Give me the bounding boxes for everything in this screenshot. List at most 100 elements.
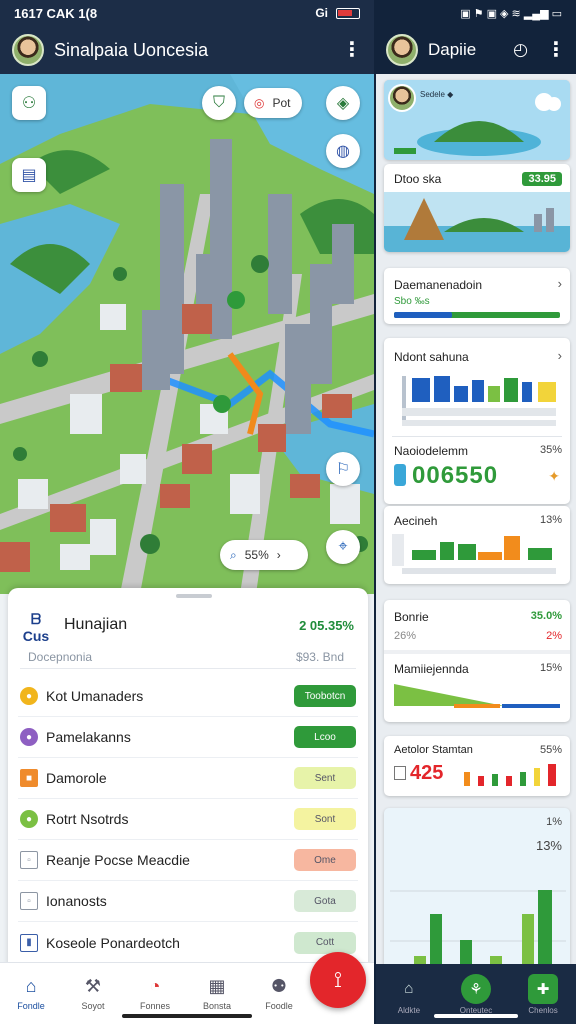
app-bar: Sinalpaia Uoncesia ⋮ <box>0 26 374 74</box>
main-pane: 1617 CAK 1(8 Gi Sinalpaia Uoncesia ⋮ ⚇ ⛉… <box>0 0 374 1024</box>
add-fab-button[interactable]: ⟟ <box>310 952 366 1008</box>
tab-tools[interactable]: ⚒ Soyot <box>62 976 124 1011</box>
zoom-pill-label: 55% <box>244 548 269 562</box>
card-title: Aecineh <box>394 514 438 528</box>
shield-icon[interactable]: ⛉ <box>202 86 236 120</box>
tab-chenlos[interactable]: ✚ Chenlos <box>528 973 559 1015</box>
zoom-pill[interactable]: ⌕ 55% › <box>220 540 308 570</box>
card-sub: Sbo ‰s <box>394 296 430 307</box>
list-item-tag[interactable]: Sent <box>294 767 356 789</box>
tab-label: Aldkte <box>397 1005 421 1015</box>
tab-label: Bonsta <box>202 1001 232 1011</box>
progress-track <box>394 312 560 318</box>
card-value: 35% <box>539 444 562 456</box>
chevron-right-icon: › <box>557 348 562 363</box>
map-icon[interactable]: ▤ <box>12 158 46 192</box>
target-icon: ◎ <box>254 96 265 110</box>
progress-card[interactable]: Daemanenadoin › Sbo ‰s <box>384 268 570 324</box>
photo-card[interactable]: Dtoo ska 33.95 <box>384 164 570 252</box>
nav-icon[interactable]: ⚐ <box>326 452 360 486</box>
area-chart-card[interactable]: Bonrie 35.0% 26% 2% Mamiiejennda 15% <box>384 600 570 722</box>
right-status-bar: ▣ ⚑ ▣ ◈ ≋ ▂▄▆ ▭ <box>376 0 576 26</box>
tab-aldkte[interactable]: ⌂ Aldkte <box>394 974 424 1015</box>
bar-chart-card-2[interactable]: Aecineh 13% <box>384 506 570 584</box>
right-app-bar: Dapiie ◴ ⋮ <box>376 26 576 74</box>
bar-chart-card-3[interactable]: Aetolor Stamtan 55% 425 <box>384 736 570 796</box>
card-title: Daemanenadoin <box>394 278 483 292</box>
hero-label: Sedele ◆ <box>420 90 454 99</box>
bookmark-icon: ▮ <box>20 933 38 952</box>
list-item-tag[interactable]: Ome <box>294 849 356 871</box>
more-menu-icon[interactable]: ⋮ <box>546 40 566 60</box>
list-item-tag[interactable]: Sont <box>294 808 356 830</box>
map-view[interactable]: ⚇ ⛉ ◎ Pot ◈ ◍ ▤ ⚐ ⌕ 55% › ⌖ <box>0 74 374 594</box>
big-stat: 425 <box>410 762 444 784</box>
list-item[interactable]: ■ Damorole Sent <box>18 758 358 799</box>
sheet-handle[interactable] <box>176 594 212 598</box>
hero-card[interactable]: Sedele ◆ <box>384 80 570 160</box>
list-item[interactable]: ▫ Reanje Pocse Meacdie Ome <box>18 840 358 881</box>
list-item[interactable]: ● Pamelakanns Lcoo <box>18 717 358 758</box>
list-item[interactable]: ● Kot Umanaders Toobotcn <box>18 676 358 717</box>
compass-icon[interactable]: ◈ <box>326 86 360 120</box>
card-title: Dtoo ska <box>394 172 442 186</box>
details-sheet[interactable]: ᗷ Cus Hunajian 2 05.35% Docepnonia $93. … <box>8 588 368 968</box>
status-bar: 1617 CAK 1(8 Gi <box>0 0 374 26</box>
people-icon: ⚉ <box>270 976 288 996</box>
list-item-tag[interactable]: Lcoo <box>294 726 356 748</box>
avatar[interactable] <box>386 34 418 66</box>
home-indicator <box>434 1014 518 1018</box>
bar-chart-card[interactable]: Ndont sahuna › Naoiodelemm 35% 006550 ✦ <box>384 338 570 504</box>
list-item-tag[interactable]: Cott <box>294 931 356 954</box>
card-title: Naoiodelemm <box>394 444 469 458</box>
dashboard-pane: ▣ ⚑ ▣ ◈ ≋ ▂▄▆ ▭ Dapiie ◴ ⋮ Sedele ◆ Dtoo… <box>376 0 576 1024</box>
list-item[interactable]: ▮ Koseole Ponardeotch Cott <box>18 922 358 963</box>
list-item[interactable]: ▫ Ionanosts Gota <box>18 881 358 922</box>
tab-label: Fonnes <box>139 1001 171 1011</box>
clock-icon[interactable]: ◴ <box>513 40 528 60</box>
square-icon: ▫ <box>20 851 38 869</box>
chevron-right-icon: › <box>276 548 281 562</box>
star-icon: ✦ <box>548 468 560 484</box>
list-item-tag[interactable]: Toobotcn <box>294 685 356 707</box>
list-item-label: Reanje Pocse Meacdie <box>46 852 190 868</box>
list-item-tag[interactable]: Gota <box>294 890 356 912</box>
divider <box>392 436 562 437</box>
city-map-illustration <box>0 74 374 594</box>
chevron-right-icon: › <box>557 276 562 291</box>
square-icon: ▫ <box>20 892 38 910</box>
app-title: Sinalpaia Uoncesia <box>54 39 209 60</box>
search-icon: ⌕ <box>230 547 237 562</box>
tab-chart[interactable]: ◔ Fonnes <box>124 976 186 1011</box>
list-item[interactable]: ● Rotrt Nsotrds Sont <box>18 799 358 840</box>
more-menu-icon[interactable]: ⋮ <box>342 40 362 60</box>
tab-home[interactable]: ⌂ Fondle <box>0 976 62 1011</box>
sheet-sub-left: Docepnonia <box>28 650 93 664</box>
poi-pill[interactable]: ◎ Pot <box>244 88 302 118</box>
card-title: Aetolor Stamtan <box>394 744 473 756</box>
person-add-icon[interactable]: ⚇ <box>12 86 46 120</box>
layers-icon[interactable]: ◍ <box>326 134 360 168</box>
right-title: Dapiie <box>428 40 477 59</box>
home-icon: ⌂ <box>25 976 37 996</box>
progress-fill <box>394 312 453 318</box>
place-name: Hunajian <box>64 616 128 633</box>
tab-calc[interactable]: ▦ Bonsta <box>186 976 248 1011</box>
avatar[interactable] <box>12 34 44 66</box>
tab-onteutec[interactable]: ⚘ Onteutec <box>460 973 492 1015</box>
tab-people[interactable]: ⚉ Foodle <box>248 976 310 1011</box>
location-icon[interactable]: ⌖ <box>326 530 360 564</box>
poi-pill-label: Pot <box>272 96 291 110</box>
hero-badge <box>394 148 416 154</box>
calendar-icon <box>394 766 406 780</box>
screen: 1617 CAK 1(8 Gi Sinalpaia Uoncesia ⋮ ⚇ ⛉… <box>0 0 576 1024</box>
tab-label: Fondle <box>17 1001 45 1011</box>
signal-indicator: Gi <box>315 6 328 20</box>
area-chart <box>394 684 560 708</box>
pin-icon: ⟟ <box>333 967 343 992</box>
tab-label: Soyot <box>81 1001 105 1011</box>
mini-bar-chart <box>392 534 556 574</box>
card-title: Bonrie <box>394 610 429 624</box>
tools-icon: ✚ <box>528 973 559 1004</box>
big-stat: 006550 <box>412 462 499 489</box>
